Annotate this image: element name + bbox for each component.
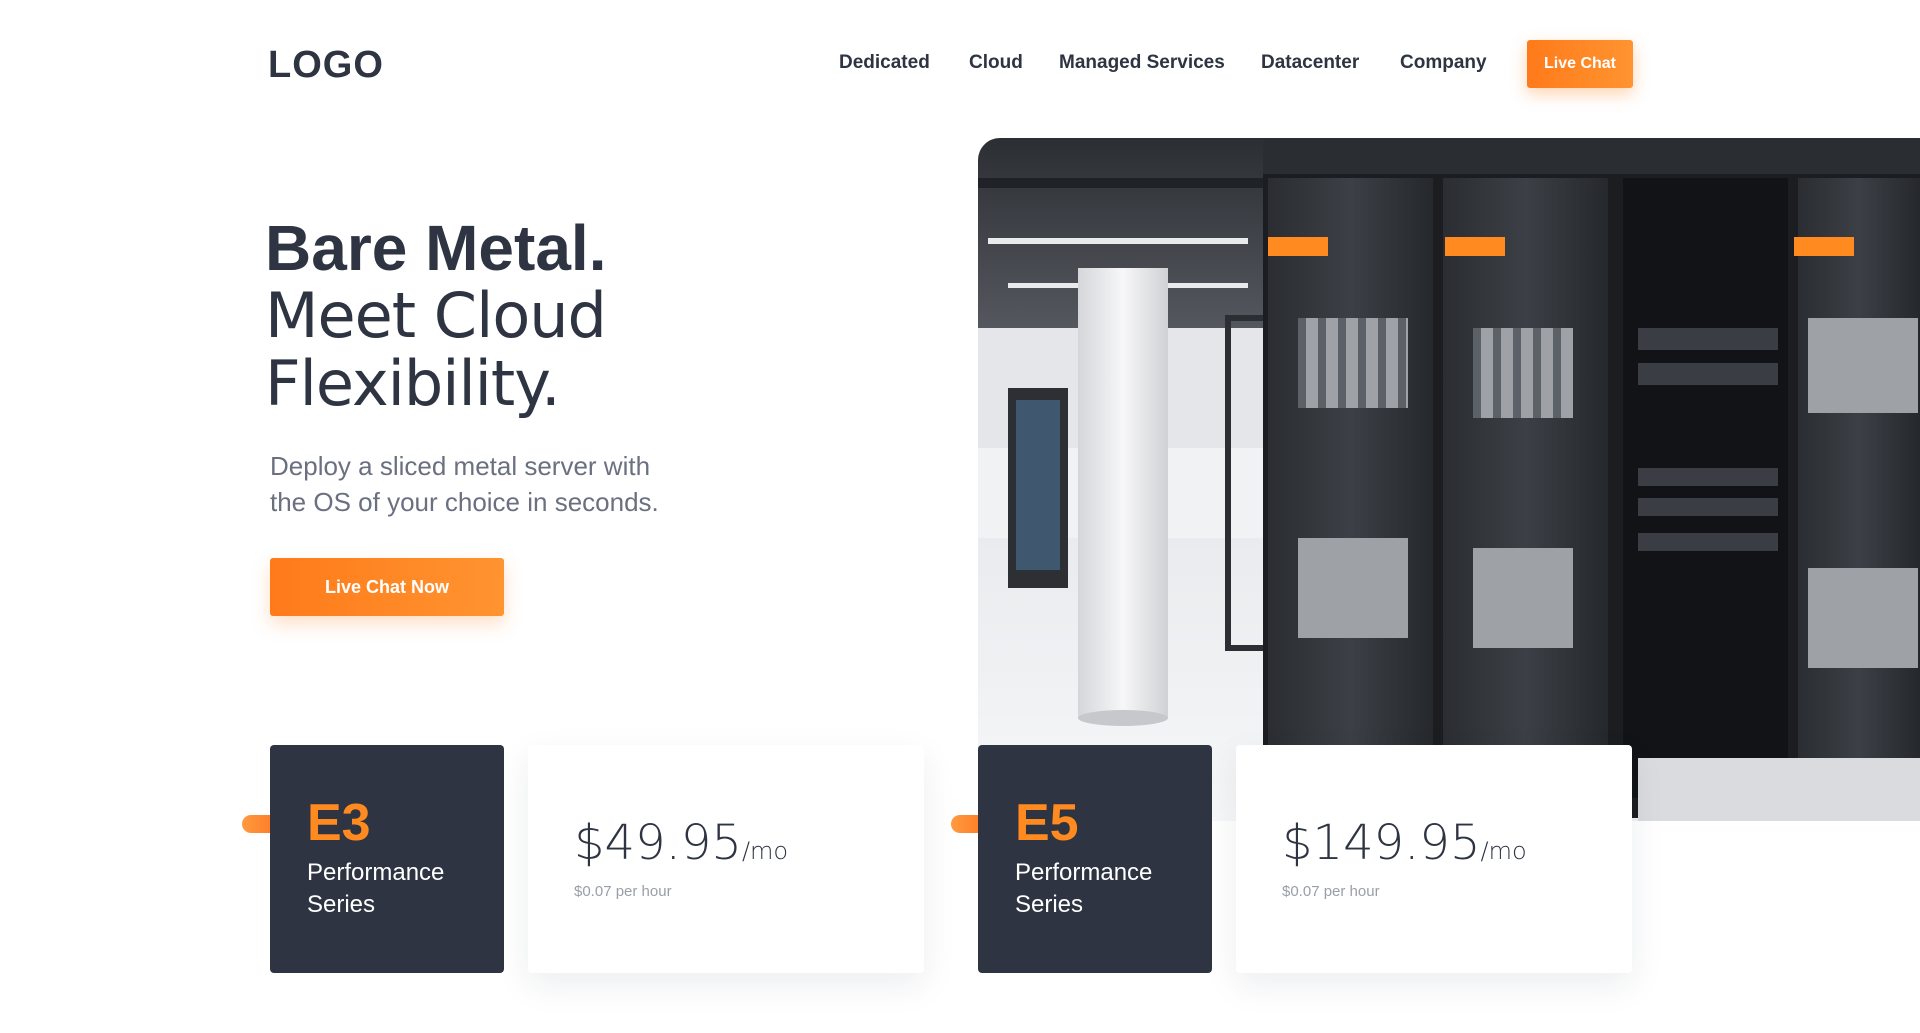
datacenter-image	[978, 138, 1920, 821]
e3-price-value: $49.95	[574, 815, 742, 871]
e3-code: E3	[307, 794, 371, 852]
e5-name-line2: Series	[1015, 891, 1084, 918]
hero-subtitle-line2: the OS of your choice in seconds.	[270, 487, 659, 517]
live-chat-now-button[interactable]: Live Chat Now	[270, 558, 504, 616]
e3-price-card[interactable]: $49.95/mo $0.07 per hour	[528, 745, 924, 973]
e3-price-unit: /mo	[741, 837, 789, 865]
e5-price: $149.95/mo	[1282, 815, 1527, 871]
nav-company[interactable]: Company	[1400, 52, 1487, 74]
nav-dedicated[interactable]: Dedicated	[839, 52, 930, 74]
e3-price: $49.95/mo	[574, 815, 788, 871]
e5-name: Performance Series	[1015, 857, 1152, 921]
e5-series-card[interactable]: E5 Performance Series	[978, 745, 1212, 973]
e5-price-unit: /mo	[1480, 837, 1527, 865]
hero-title-line3: Flexibility.	[265, 347, 561, 420]
hero-title-line2: Meet Cloud	[265, 279, 607, 352]
hero-title: Bare Metal. Meet Cloud Flexibility.	[265, 212, 607, 420]
live-chat-button[interactable]: Live Chat	[1527, 40, 1633, 88]
e3-name-line1: Performance	[307, 859, 445, 886]
e3-name: Performance Series	[307, 857, 444, 921]
hero-subtitle: Deploy a sliced metal server with the OS…	[270, 448, 740, 520]
nav-cloud[interactable]: Cloud	[969, 52, 1023, 74]
nav-managed-services[interactable]: Managed Services	[1059, 52, 1225, 74]
hero-title-bold: Bare Metal.	[265, 212, 607, 284]
e5-name-line1: Performance	[1015, 859, 1153, 886]
hero-subtitle-line1: Deploy a sliced metal server with	[270, 451, 651, 481]
e3-name-line2: Series	[307, 891, 376, 918]
e5-price-value: $149.95	[1282, 815, 1481, 871]
e3-hourly: $0.07 per hour	[574, 883, 672, 900]
e5-price-card[interactable]: $149.95/mo $0.07 per hour	[1236, 745, 1632, 973]
e5-code: E5	[1015, 794, 1079, 852]
e5-hourly: $0.07 per hour	[1282, 883, 1380, 900]
e3-series-card[interactable]: E3 Performance Series	[270, 745, 504, 973]
nav-datacenter[interactable]: Datacenter	[1261, 52, 1359, 74]
